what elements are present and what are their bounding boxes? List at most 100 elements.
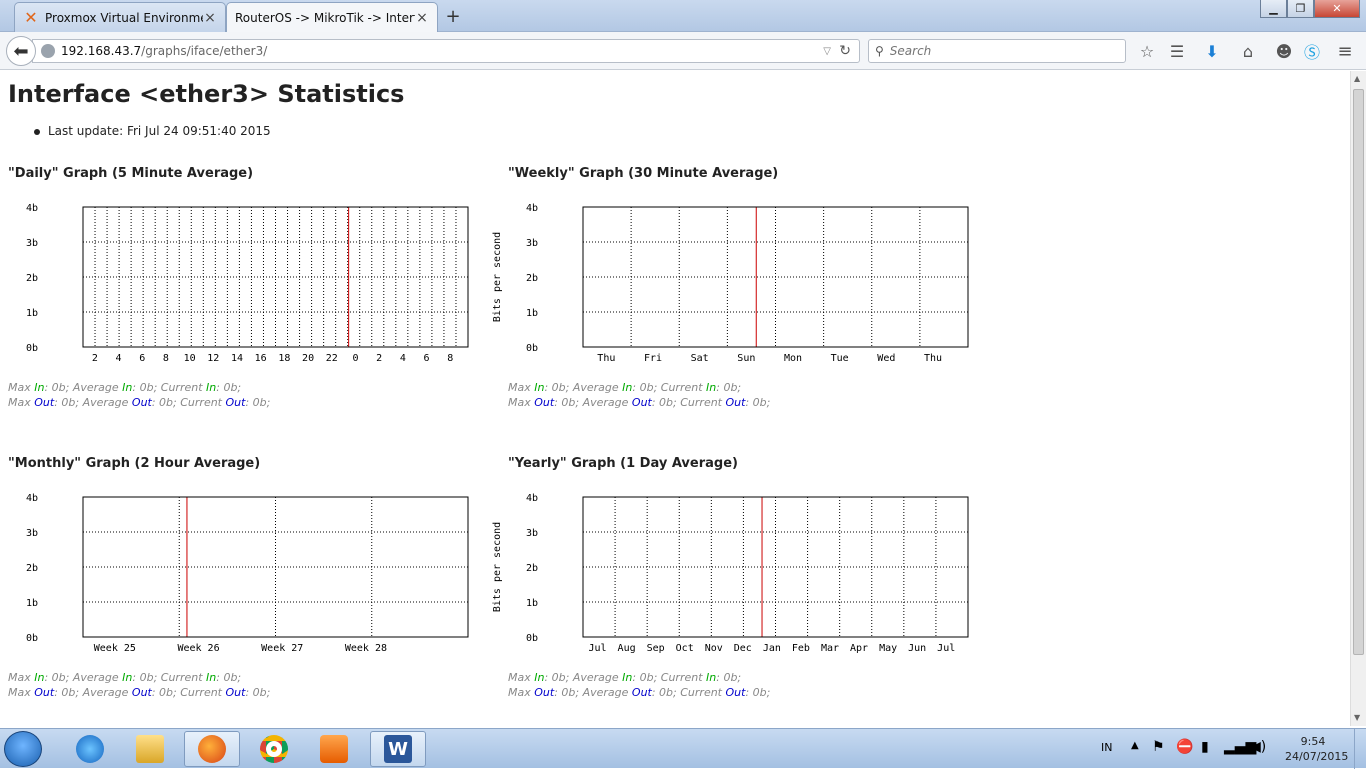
stat-in: In	[622, 671, 633, 684]
tab-proxmox[interactable]: ✕ Proxmox Virtual Environme... ×	[14, 2, 226, 32]
stat-value: : 0b;	[245, 396, 271, 409]
x-tick-label: 16	[255, 353, 267, 364]
stat-out: Out	[225, 686, 246, 699]
star-icon[interactable]: ☆	[1137, 41, 1157, 61]
reading-list-icon[interactable]: ☰	[1167, 41, 1187, 61]
taskbar-media-player[interactable]	[306, 731, 362, 767]
back-arrow-icon: ⬅	[13, 40, 29, 62]
tab-routeros[interactable]: RouterOS -> MikroTik -> Interf... ×	[226, 2, 438, 33]
stat-value: : 0b;	[245, 686, 271, 699]
stat-label: Max	[508, 686, 535, 699]
x-tick-label: Week 28	[345, 643, 387, 654]
x-tick-label: Dec	[734, 643, 752, 654]
stat-out: Out	[34, 686, 55, 699]
stat-label: Max	[8, 686, 35, 699]
stat-label: Average	[79, 686, 132, 699]
tray-expand-icon[interactable]: ▲	[1131, 740, 1139, 751]
taskbar-ie[interactable]	[62, 731, 118, 767]
stat-value: : 0b;	[544, 671, 570, 684]
y-axis-label: Bits per second	[492, 232, 503, 322]
stat-label: Current	[176, 396, 226, 409]
search-box[interactable]: ⚲	[868, 39, 1126, 63]
taskbar-chrome[interactable]	[246, 731, 302, 767]
x-tick-label: 2	[376, 353, 382, 364]
x-tick-label: 6	[424, 353, 430, 364]
battery-icon[interactable]: ▮	[1201, 739, 1209, 755]
stat-label: Average	[579, 686, 632, 699]
x-tick-label: Sun	[737, 353, 755, 364]
stats-line-out: Max Out: 0b; Average Out: 0b; Current Ou…	[508, 685, 770, 700]
taskbar: W IN ▲ ⚑ ⛔ ▮ ▂▄▆ ◀) 9:54 24/07/2015	[0, 728, 1366, 769]
stat-out: Out	[534, 686, 555, 699]
network-disconnected-icon[interactable]: ⛔	[1176, 739, 1193, 755]
url-host: 192.168.43.7	[61, 44, 142, 58]
stat-label: Average	[569, 381, 623, 394]
stats-line-out: Max Out: 0b; Average Out: 0b; Current Ou…	[508, 395, 770, 410]
close-tab-icon[interactable]: ×	[203, 10, 217, 26]
show-desktop-button[interactable]	[1354, 729, 1366, 769]
input-language[interactable]: IN	[1101, 741, 1112, 754]
search-icon: ⚲	[875, 44, 884, 58]
stat-in: In	[34, 381, 45, 394]
stat-in: In	[706, 381, 717, 394]
y-tick-label: 1b	[526, 598, 538, 609]
stats-line-in: Max In: 0b; Average In: 0b; Current In: …	[8, 380, 270, 395]
new-tab-button[interactable]: +	[444, 6, 462, 27]
skype-icon[interactable]: Ⓢ	[1302, 41, 1322, 62]
stat-value: : 0b;	[132, 381, 158, 394]
y-tick-label: 4b	[26, 493, 38, 504]
windows-start-icon[interactable]	[4, 731, 42, 767]
chat-icon[interactable]: ☻	[1274, 41, 1294, 61]
x-tick-label: 6	[139, 353, 145, 364]
stat-value: : 0b;	[716, 671, 742, 684]
menu-icon[interactable]: ≡	[1335, 41, 1355, 62]
bullet	[34, 128, 40, 135]
yearly-graph-title: "Yearly" Graph (1 Day Average)	[508, 456, 738, 471]
y-tick-label: 3b	[26, 528, 38, 539]
reload-icon[interactable]: ↻	[839, 43, 851, 59]
stat-label: Current	[176, 686, 226, 699]
stat-value: : 0b;	[554, 686, 580, 699]
taskbar-word[interactable]: W	[370, 731, 426, 767]
scroll-down-icon[interactable]: ▼	[1354, 713, 1360, 722]
nav-toolbar: 192.168.43.7/graphs/iface/ether3/ ▽ ↻ ⬅ …	[0, 32, 1366, 70]
url-path: /graphs/iface/ether3/	[141, 44, 268, 58]
stat-label: Average	[69, 671, 123, 684]
maximize-button[interactable]: ❐	[1287, 0, 1314, 18]
y-tick-label: 1b	[526, 308, 538, 319]
y-tick-label: 3b	[526, 528, 538, 539]
stat-in: In	[206, 671, 217, 684]
x-tick-label: Sep	[647, 643, 665, 654]
close-tab-icon[interactable]: ×	[415, 10, 429, 26]
word-icon: W	[384, 735, 412, 763]
taskbar-firefox[interactable]	[184, 731, 240, 767]
back-button[interactable]: ⬅	[6, 36, 36, 66]
download-icon[interactable]: ⬇	[1202, 41, 1222, 61]
stat-in: In	[122, 381, 133, 394]
stat-value: : 0b;	[554, 396, 580, 409]
scroll-thumb[interactable]	[1353, 89, 1364, 655]
x-tick-label: 0	[352, 353, 358, 364]
monthly-graph-title: "Monthly" Graph (2 Hour Average)	[8, 456, 261, 471]
taskbar-explorer[interactable]	[122, 731, 178, 767]
volume-icon[interactable]: ◀)	[1250, 739, 1266, 755]
stat-label: Max	[8, 381, 35, 394]
search-input[interactable]	[889, 44, 1090, 58]
scroll-up-icon[interactable]: ▲	[1354, 74, 1360, 83]
url-bar[interactable]: 192.168.43.7/graphs/iface/ether3/ ▽ ↻	[32, 39, 860, 63]
stat-label: Current	[657, 381, 707, 394]
url-dropdown-icon[interactable]: ▽	[823, 46, 831, 57]
x-tick-label: Fri	[644, 353, 662, 364]
stat-value: : 0b;	[745, 396, 771, 409]
minimize-button[interactable]: ▁	[1260, 0, 1287, 18]
home-icon[interactable]: ⌂	[1238, 41, 1258, 61]
clock-time: 9:54	[1300, 735, 1326, 748]
proxmox-icon: ✕	[24, 8, 38, 27]
stats-line-in: Max In: 0b; Average In: 0b; Current In: …	[508, 670, 770, 685]
close-window-button[interactable]: ✕	[1314, 0, 1360, 18]
explorer-icon	[136, 735, 164, 763]
y-tick-label: 2b	[26, 563, 38, 574]
vertical-scrollbar[interactable]: ▲ ▼	[1350, 71, 1366, 726]
action-center-icon[interactable]: ⚑	[1152, 739, 1165, 755]
system-clock[interactable]: 9:54 24/07/2015	[1285, 734, 1348, 764]
